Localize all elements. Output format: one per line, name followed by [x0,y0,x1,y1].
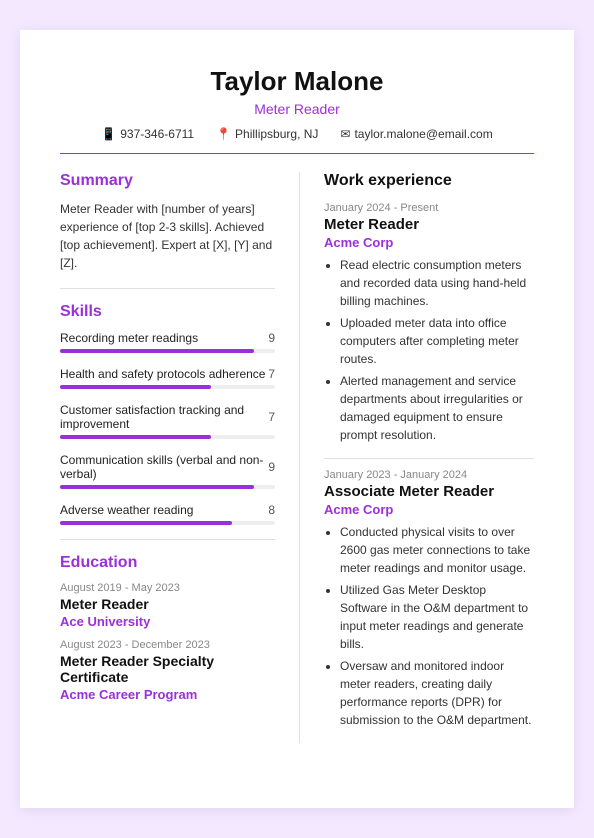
email-text: taylor.malone@email.com [354,127,492,141]
skills-title: Skills [60,303,275,321]
skill-bar-bg [60,349,275,353]
education-list: August 2019 - May 2023 Meter Reader Ace … [60,582,275,702]
job-company: Acme Corp [324,502,534,517]
main-content: Summary Meter Reader with [number of yea… [60,172,534,743]
job-bullet: Utilized Gas Meter Desktop Software in t… [340,581,534,653]
job-date: January 2023 - January 2024 [324,469,534,481]
skill-label: Health and safety protocols adherence [60,367,265,381]
phone-icon: 📱 [101,127,116,141]
edu-date: August 2019 - May 2023 [60,582,275,594]
job-date: January 2024 - Present [324,202,534,214]
skill-score: 7 [268,367,275,381]
left-column: Summary Meter Reader with [number of yea… [60,172,300,743]
skill-label: Adverse weather reading [60,503,193,517]
skill-bar-bg [60,435,275,439]
education-section: Education August 2019 - May 2023 Meter R… [60,554,275,702]
edu-date: August 2023 - December 2023 [60,639,275,651]
job-bullets: Conducted physical visits to over 2600 g… [324,523,534,729]
job-title: Meter Reader [324,216,534,233]
email-icon: ✉ [340,127,350,141]
location-icon: 📍 [216,127,231,141]
contact-row: 📱 937-346-6711 📍 Phillipsburg, NJ ✉ tayl… [60,127,534,141]
work-list: January 2024 - Present Meter Reader Acme… [324,202,534,729]
skills-list: Recording meter readings 9 Health and sa… [60,331,275,525]
skill-item: Customer satisfaction tracking and impro… [60,403,275,439]
edu-degree: Meter Reader [60,596,275,612]
location-contact: 📍 Phillipsburg, NJ [216,127,318,141]
resume-container: Taylor Malone Meter Reader 📱 937-346-671… [20,30,574,808]
candidate-title: Meter Reader [60,101,534,117]
skill-bar-fill [60,521,232,525]
skills-divider [60,539,275,540]
skill-bar-bg [60,485,275,489]
skill-bar-fill [60,349,254,353]
work-divider [324,458,534,459]
skill-bar-fill [60,385,211,389]
skill-bar-bg [60,521,275,525]
job-bullet: Oversaw and monitored indoor meter reade… [340,657,534,729]
summary-text: Meter Reader with [number of years] expe… [60,200,275,272]
skill-label: Communication skills (verbal and non-ver… [60,453,268,481]
phone-number: 937-346-6711 [120,127,194,141]
edu-school: Acme Career Program [60,687,275,702]
phone-contact: 📱 937-346-6711 [101,127,194,141]
right-column: Work experience January 2024 - Present M… [300,172,534,743]
job-bullet: Uploaded meter data into office computer… [340,314,534,368]
skill-label: Customer satisfaction tracking and impro… [60,403,268,431]
email-contact: ✉ taylor.malone@email.com [340,127,492,141]
job-bullet: Conducted physical visits to over 2600 g… [340,523,534,577]
header-section: Taylor Malone Meter Reader 📱 937-346-671… [60,66,534,141]
education-item: August 2023 - December 2023 Meter Reader… [60,639,275,702]
skill-score: 8 [268,503,275,517]
skill-item: Communication skills (verbal and non-ver… [60,453,275,489]
skill-bar-bg [60,385,275,389]
skill-score: 9 [268,460,275,474]
skills-section: Skills Recording meter readings 9 Health… [60,303,275,525]
job-bullet: Read electric consumption meters and rec… [340,256,534,310]
job-item: January 2024 - Present Meter Reader Acme… [324,202,534,459]
job-title: Associate Meter Reader [324,483,534,500]
job-company: Acme Corp [324,235,534,250]
summary-divider [60,288,275,289]
location-text: Phillipsburg, NJ [235,127,318,141]
work-title: Work experience [324,172,534,190]
summary-title: Summary [60,172,275,190]
job-bullets: Read electric consumption meters and rec… [324,256,534,444]
skill-label: Recording meter readings [60,331,198,345]
skill-score: 7 [268,410,275,424]
summary-section: Summary Meter Reader with [number of yea… [60,172,275,272]
skill-item: Adverse weather reading 8 [60,503,275,525]
skill-item: Recording meter readings 9 [60,331,275,353]
education-title: Education [60,554,275,572]
edu-degree: Meter Reader Specialty Certificate [60,653,275,685]
skill-item: Health and safety protocols adherence 7 [60,367,275,389]
job-item: January 2023 - January 2024 Associate Me… [324,469,534,729]
job-bullet: Alerted management and service departmen… [340,372,534,444]
skill-bar-fill [60,435,211,439]
education-item: August 2019 - May 2023 Meter Reader Ace … [60,582,275,629]
skill-bar-fill [60,485,254,489]
skill-score: 9 [268,331,275,345]
header-divider [60,153,534,154]
candidate-name: Taylor Malone [60,66,534,97]
edu-school: Ace University [60,614,275,629]
